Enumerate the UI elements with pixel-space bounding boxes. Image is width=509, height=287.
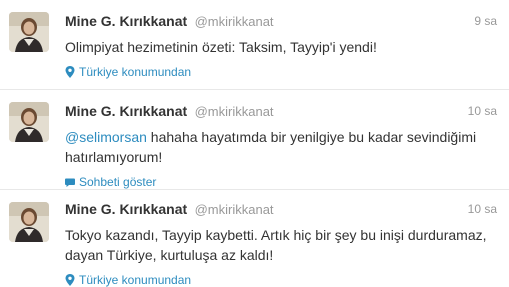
show-conversation-link[interactable]: Sohbeti göster bbox=[65, 175, 497, 189]
author-username[interactable]: @mkirikkanat bbox=[195, 14, 274, 29]
tweet-location-link[interactable]: Türkiye konumundan bbox=[65, 65, 497, 79]
profile-photo-icon bbox=[9, 202, 49, 242]
profile-photo-icon bbox=[9, 12, 49, 52]
tweet-text: @selimorsan hahaha hayatımda bir yenilgi… bbox=[65, 127, 497, 167]
location-pin-icon bbox=[65, 274, 75, 286]
tweet-timestamp[interactable]: 9 sa bbox=[474, 14, 497, 28]
tweet-timeline: Mine G. Kırıkkanat @mkirikkanat 9 sa Oli… bbox=[0, 0, 509, 287]
tweet-text: Olimpiyat hezimetinin özeti: Taksim, Tay… bbox=[65, 37, 497, 57]
mention-link[interactable]: @selimorsan bbox=[65, 129, 147, 145]
tweet-timestamp[interactable]: 10 sa bbox=[468, 104, 497, 118]
tweet-text: Tokyo kazandı, Tayyip kaybetti. Artık hi… bbox=[65, 225, 497, 265]
tweet-text-body: Tokyo kazandı, Tayyip kaybetti. Artık hi… bbox=[65, 227, 487, 263]
author-fullname[interactable]: Mine G. Kırıkkanat bbox=[65, 13, 187, 29]
show-conversation-label[interactable]: Sohbeti göster bbox=[79, 175, 156, 189]
avatar[interactable] bbox=[9, 202, 49, 242]
location-pin-icon bbox=[65, 66, 75, 78]
location-label[interactable]: Türkiye konumundan bbox=[79, 65, 191, 79]
speech-bubble-icon bbox=[65, 176, 75, 188]
location-label[interactable]: Türkiye konumundan bbox=[79, 273, 191, 287]
avatar[interactable] bbox=[9, 102, 49, 142]
author-username[interactable]: @mkirikkanat bbox=[195, 202, 274, 217]
tweet-item[interactable]: Mine G. Kırıkkanat @mkirikkanat 9 sa Oli… bbox=[0, 0, 509, 90]
author-fullname[interactable]: Mine G. Kırıkkanat bbox=[65, 103, 187, 119]
tweet-location-link[interactable]: Türkiye konumundan bbox=[65, 273, 497, 287]
tweet-item[interactable]: Mine G. Kırıkkanat @mkirikkanat 10 sa @s… bbox=[0, 90, 509, 190]
author-fullname[interactable]: Mine G. Kırıkkanat bbox=[65, 201, 187, 217]
tweet-text-body: Olimpiyat hezimetinin özeti: Taksim, Tay… bbox=[65, 39, 377, 55]
tweet-timestamp[interactable]: 10 sa bbox=[468, 202, 497, 216]
avatar[interactable] bbox=[9, 12, 49, 52]
author-username[interactable]: @mkirikkanat bbox=[195, 104, 274, 119]
profile-photo-icon bbox=[9, 102, 49, 142]
tweet-item[interactable]: Mine G. Kırıkkanat @mkirikkanat 10 sa To… bbox=[0, 190, 509, 287]
